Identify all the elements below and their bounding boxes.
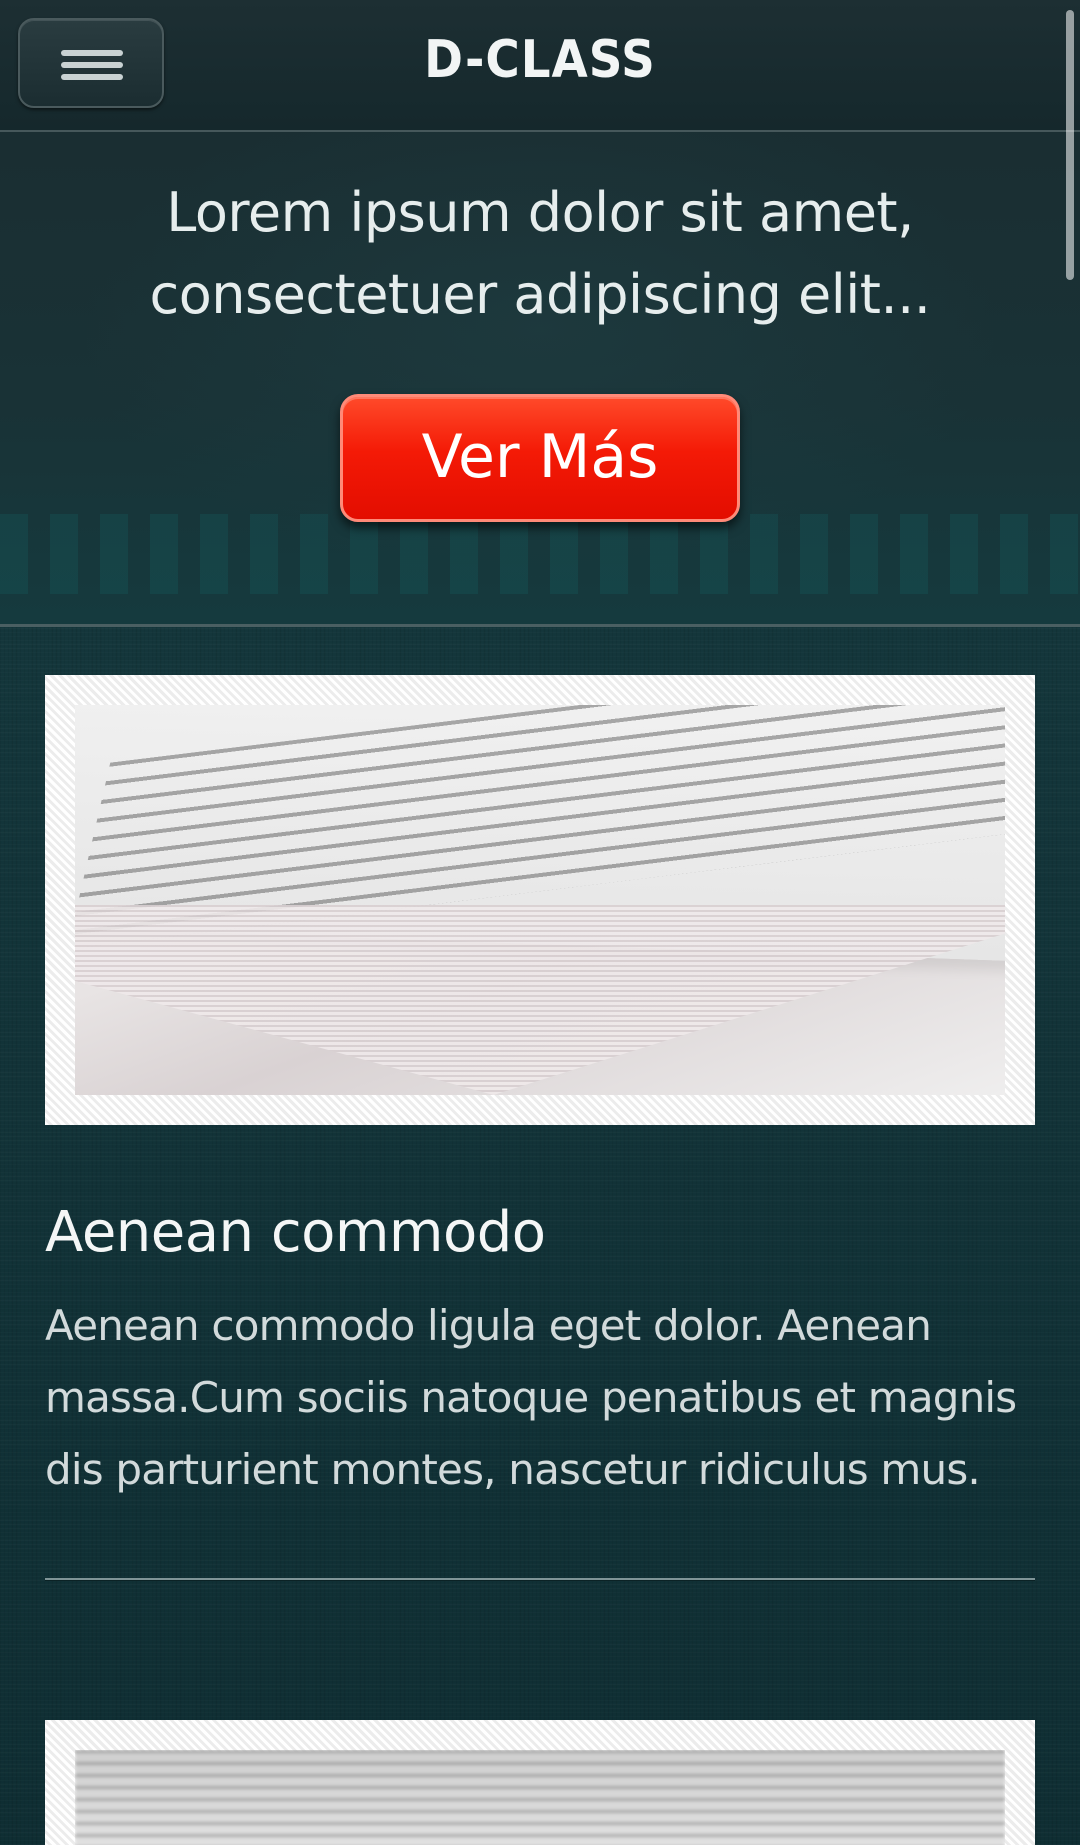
article-image[interactable]	[75, 1750, 1005, 1845]
hero-pattern-decoration	[0, 514, 1080, 594]
section-divider	[45, 1578, 1035, 1581]
top-header-bar: D-CLASS	[0, 0, 1080, 132]
article-body: Aenean commodo ligula eget dolor. Aenean…	[45, 1301, 1017, 1494]
article-image-frame	[45, 675, 1035, 1125]
stacked-paper-photo	[75, 705, 1005, 1095]
article-image[interactable]	[75, 705, 1005, 1095]
hero-text: Lorem ipsum dolor sit amet, consectetuer…	[149, 181, 931, 326]
article-title[interactable]: Aenean commodo	[45, 1200, 546, 1265]
ver-mas-button[interactable]: Ver Más	[340, 394, 740, 522]
scrollbar[interactable]	[1066, 10, 1074, 280]
hero-banner: Lorem ipsum dolor sit amet, consectetuer…	[0, 132, 1080, 627]
newspaper-photo	[75, 1750, 1005, 1845]
site-title: D-CLASS	[424, 30, 656, 90]
article-image-frame	[45, 1720, 1035, 1845]
